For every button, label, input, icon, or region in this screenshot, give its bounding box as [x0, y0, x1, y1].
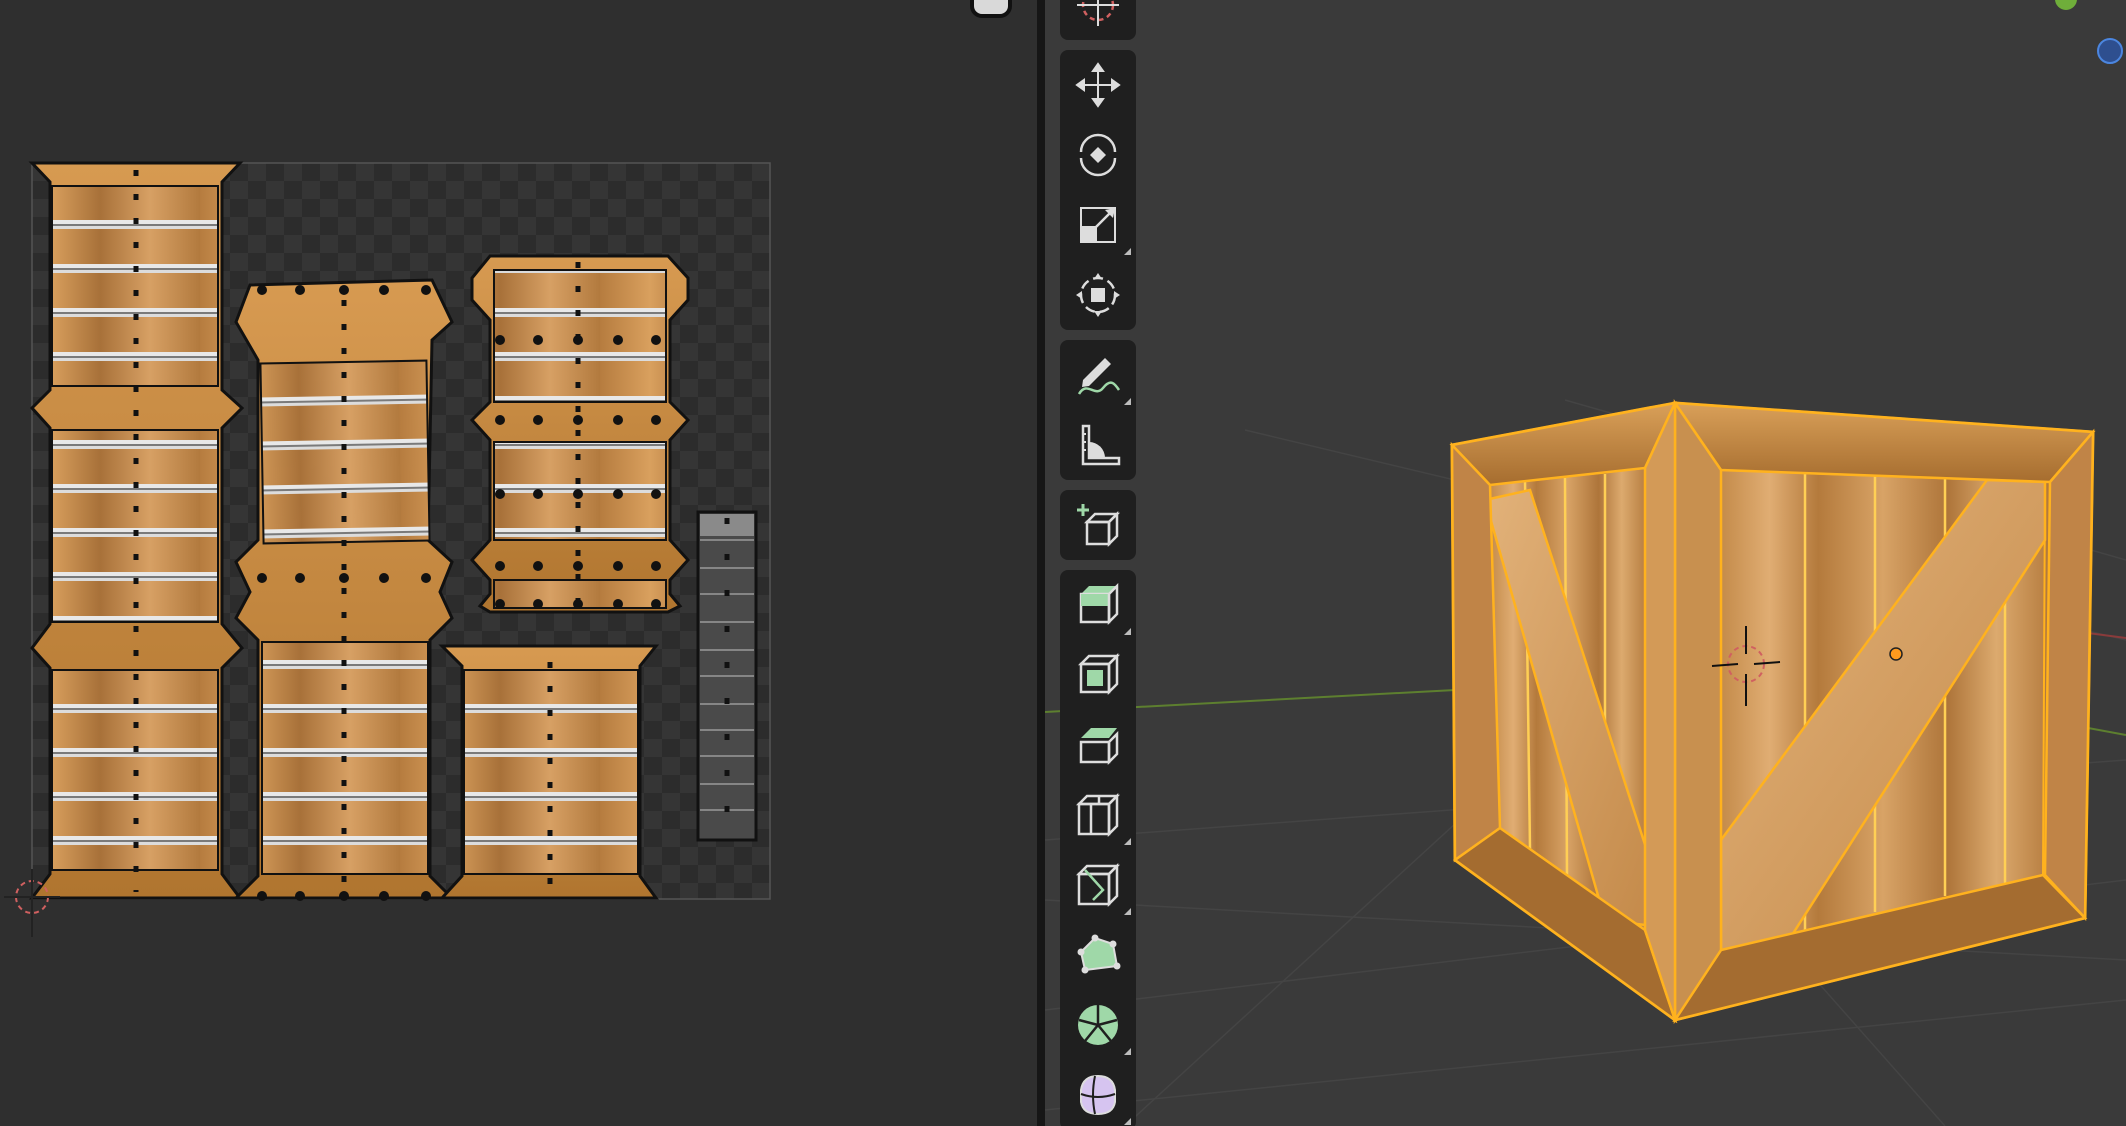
measure-tool-button[interactable]	[1060, 410, 1136, 480]
spin-icon	[1078, 1005, 1118, 1045]
poly-build-icon	[1077, 934, 1121, 974]
uv-canvas[interactable]	[0, 0, 1037, 1126]
inset-tool-button[interactable]	[1060, 640, 1136, 710]
annotate-tool-button[interactable]	[1060, 340, 1136, 410]
extrude-tool-button[interactable]	[1060, 570, 1136, 640]
inset-icon	[1077, 652, 1121, 696]
move-tool-button[interactable]	[1060, 50, 1136, 120]
loop-cut-tool-button[interactable]	[1060, 780, 1136, 850]
bevel-icon	[1079, 728, 1119, 766]
cursor-tool-button[interactable]	[1060, 0, 1136, 40]
tool-group-add	[1060, 490, 1136, 560]
uv-island-long[interactable]	[28, 161, 245, 900]
cursor-icon	[1077, 0, 1119, 26]
uv-island-trim-strip[interactable]	[696, 510, 758, 842]
crate-mesh[interactable]	[1449, 398, 2096, 1025]
add-cube-icon	[1077, 504, 1121, 548]
tool-group-transform	[1060, 50, 1136, 330]
poly-build-tool-button[interactable]	[1060, 920, 1136, 990]
annotate-icon	[1077, 358, 1121, 395]
smooth-icon	[1080, 1074, 1116, 1116]
spin-tool-button[interactable]	[1060, 990, 1136, 1060]
tool-shelf	[1060, 0, 1136, 1126]
loop-cut-icon	[1075, 792, 1121, 838]
uv-island-small[interactable]	[438, 644, 660, 900]
tool-group-annotate	[1060, 340, 1136, 480]
tool-group-edit	[1060, 570, 1136, 1126]
uv-editor-area[interactable]	[0, 0, 1037, 1126]
scale-icon	[1080, 207, 1116, 243]
add-cube-tool-button[interactable]	[1060, 490, 1136, 560]
object-origin	[1889, 647, 1903, 661]
knife-tool-button[interactable]	[1060, 850, 1136, 920]
measure-icon	[1081, 424, 1121, 466]
area-divider[interactable]	[1037, 0, 1045, 1126]
bevel-tool-button[interactable]	[1060, 710, 1136, 780]
viewport-canvas[interactable]	[1045, 0, 2126, 1126]
scale-tool-button[interactable]	[1060, 190, 1136, 260]
rotate-icon	[1079, 133, 1117, 177]
3d-viewport[interactable]	[1045, 0, 2126, 1126]
uv-island-top[interactable]	[469, 254, 691, 614]
navigation-gizmo-blue[interactable]	[2097, 38, 2123, 64]
navigation-gizmo-handle[interactable]	[970, 0, 1012, 18]
smooth-tool-button[interactable]	[1060, 1060, 1136, 1126]
extrude-icon	[1079, 582, 1119, 626]
move-icon	[1075, 62, 1121, 108]
transform-icon	[1076, 273, 1120, 317]
knife-icon	[1075, 862, 1121, 908]
rotate-tool-button[interactable]	[1060, 120, 1136, 190]
transform-tool-button[interactable]	[1060, 260, 1136, 330]
tool-group-cursor	[1060, 0, 1136, 40]
uv-island-middle[interactable]	[232, 278, 456, 901]
